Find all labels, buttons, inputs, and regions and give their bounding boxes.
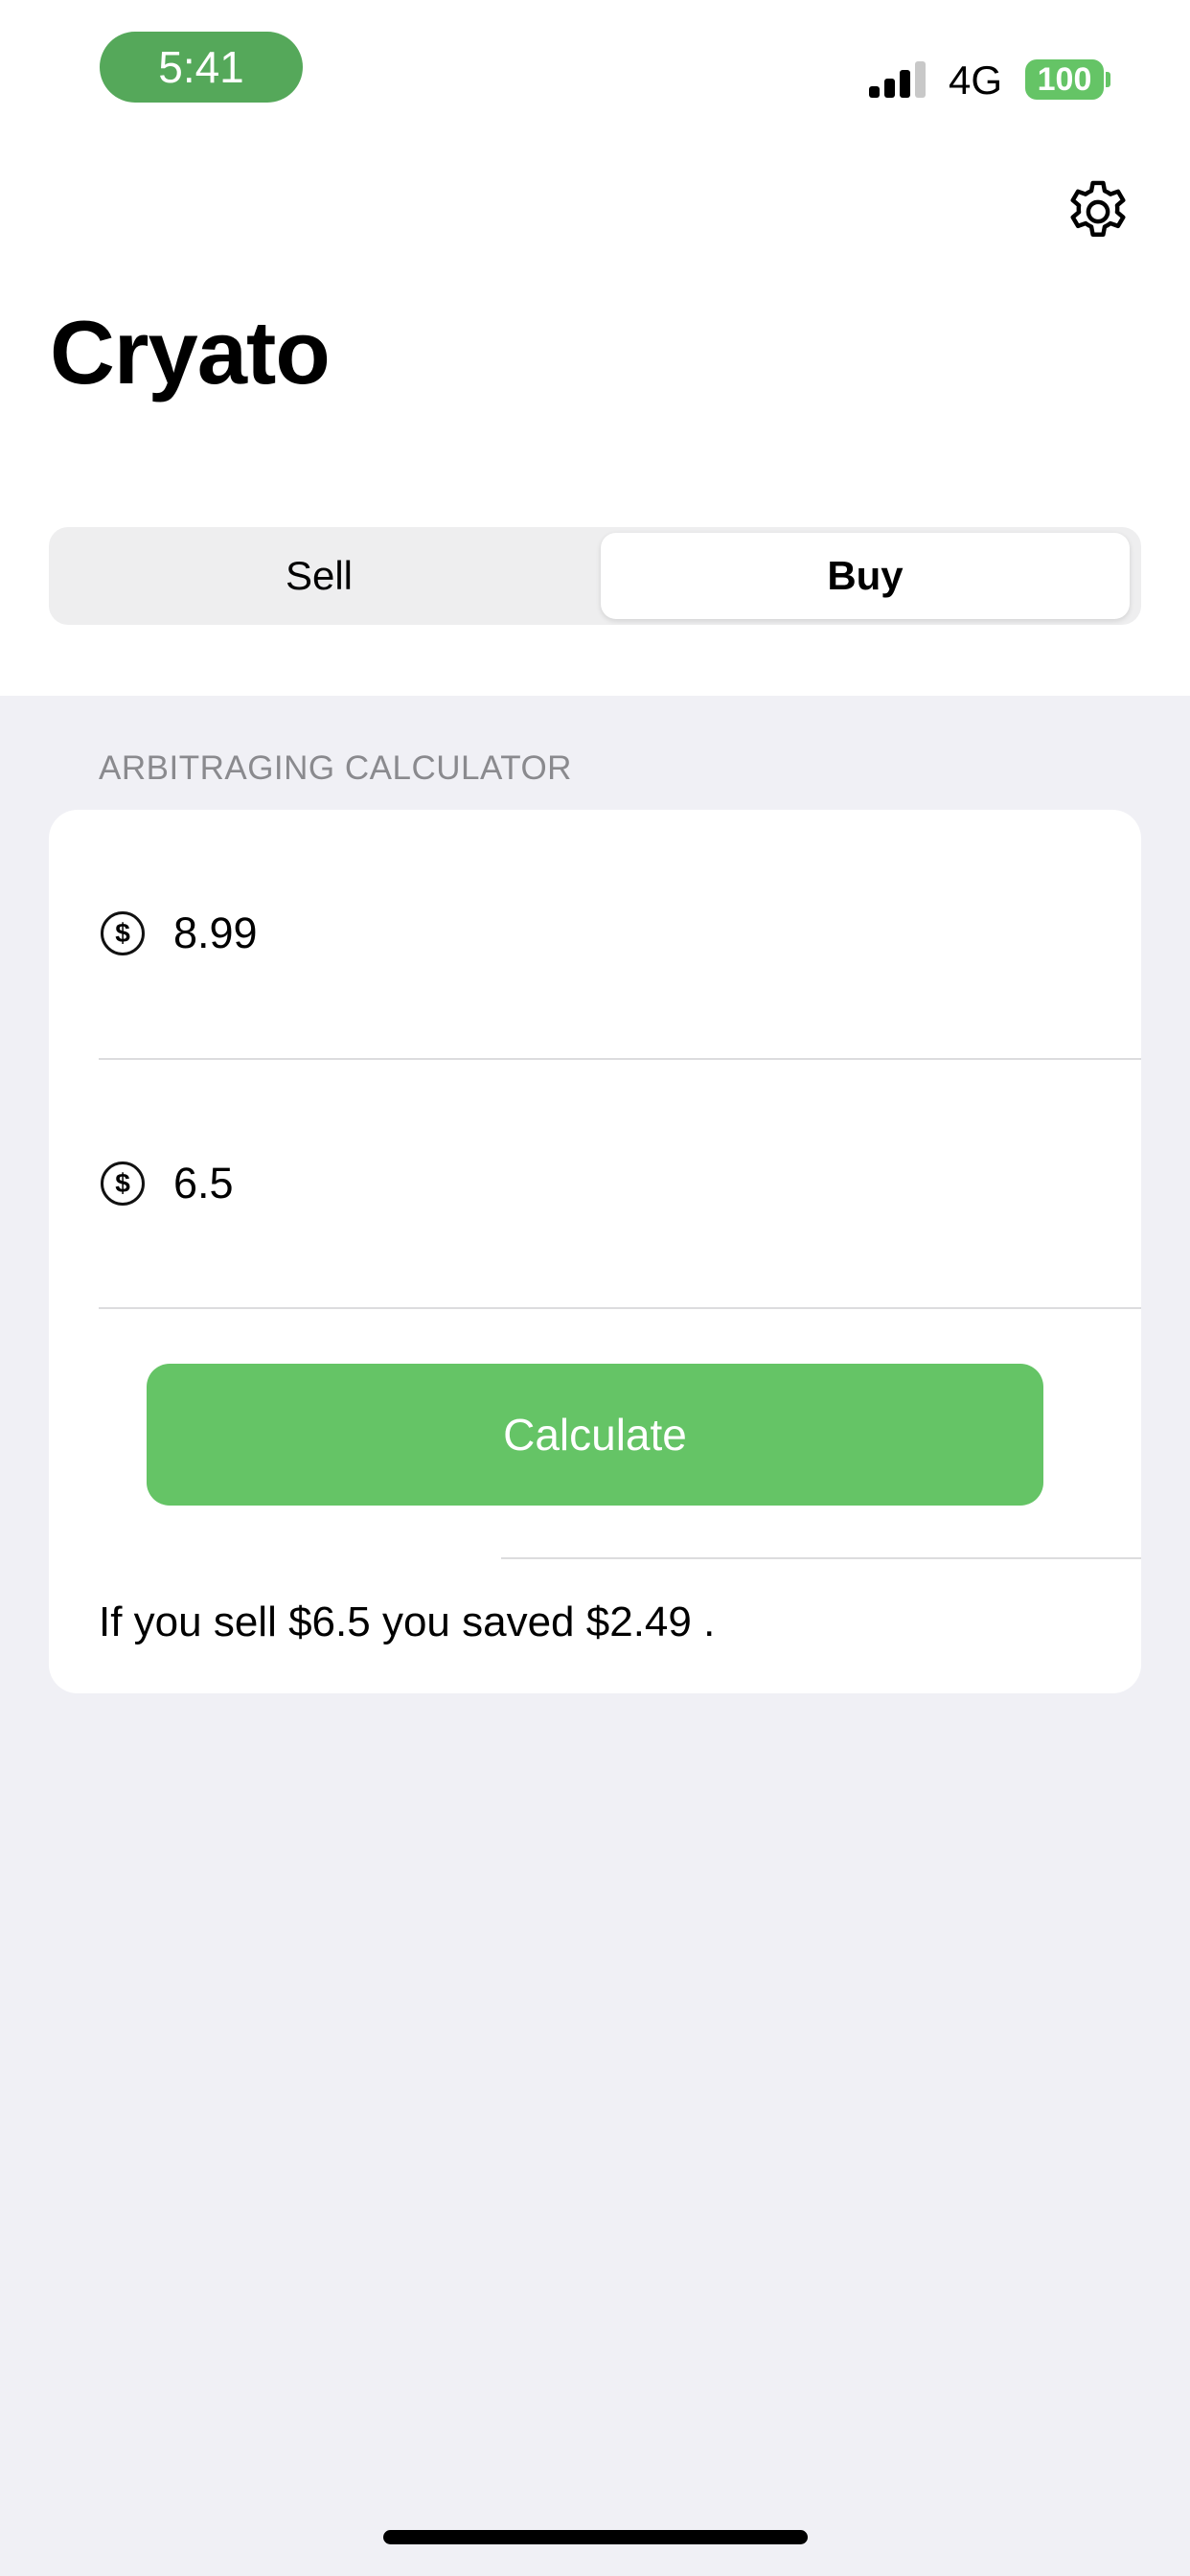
buy-price-row[interactable]: $ 6.5 [49,1121,1141,1246]
sell-price-field[interactable]: 8.99 [173,908,258,958]
calculate-button[interactable]: Calculate [147,1364,1043,1506]
home-indicator[interactable] [383,2530,808,2544]
row-divider [99,1058,1141,1060]
calculator-card: $ 8.99 $ 6.5 Calculate If you sell $6.5 … [49,810,1141,1693]
segment-buy[interactable]: Buy [601,533,1130,619]
settings-button[interactable] [1062,175,1134,248]
sell-buy-segmented-control: Sell Buy [49,527,1141,625]
result-text: If you sell $6.5 you saved $2.49 . [99,1598,716,1645]
battery-cap [1106,72,1110,87]
row-divider [501,1557,1141,1559]
gear-icon [1070,180,1126,237]
section-header: ARBITRAGING CALCULATOR [99,749,572,787]
network-type: 4G [949,58,1003,103]
segment-sell[interactable]: Sell [55,533,584,619]
page-title: Cryato [50,302,331,402]
row-divider [99,1307,1141,1309]
cellular-signal-icon [869,59,930,98]
battery-level: 100 [1037,60,1092,98]
buy-price-field[interactable]: 6.5 [173,1159,234,1208]
dollar-circle-icon: $ [101,1162,145,1206]
battery-icon: 100 [1025,59,1104,100]
status-time: 5:41 [100,32,303,103]
sell-price-row[interactable]: $ 8.99 [49,871,1141,996]
dollar-circle-icon: $ [101,911,145,955]
